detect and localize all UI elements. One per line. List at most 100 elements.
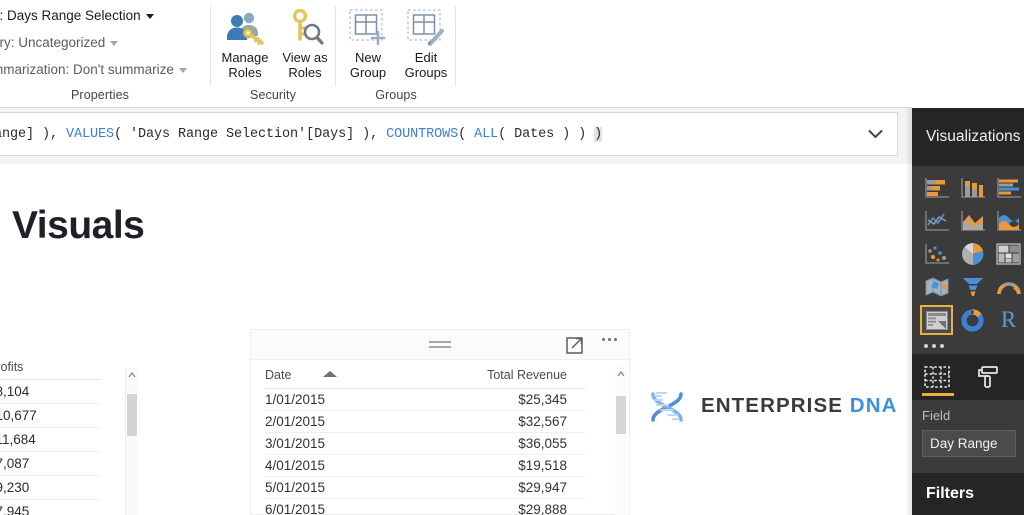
view-as-roles-label: View as Roles [282, 50, 328, 80]
scrollbar-thumb[interactable] [616, 396, 626, 434]
viz-r-script[interactable]: R [992, 305, 1024, 335]
panel-edge-shadow [905, 108, 912, 515]
visual-toolbar [251, 330, 629, 360]
r-script-icon: R [1000, 307, 1017, 332]
column-header-profits[interactable]: Profits [0, 360, 100, 380]
column-header-date[interactable]: Date [265, 368, 357, 382]
table-row[interactable]: 3/01/2015 $36,055 [265, 433, 585, 455]
line-chart-icon [924, 211, 949, 231]
table-row[interactable]: 6/01/2015 $29,888 [265, 499, 585, 515]
formula-cursor-paren: ) [594, 126, 603, 142]
viz-line-chart[interactable] [920, 206, 953, 236]
field-well-label: Field [922, 408, 951, 423]
formula-open-2: ( Dates ) ) [498, 126, 595, 142]
tab-format[interactable] [974, 362, 1004, 392]
column-header-date-label: Date [265, 368, 292, 382]
table-row[interactable]: 5/01/2015 $29,947 [265, 477, 585, 499]
drag-handle-icon[interactable] [429, 341, 451, 351]
profits-table-scrollbar[interactable] [125, 368, 137, 515]
viz-stacked-area-chart[interactable] [992, 206, 1024, 236]
ribbon-group-label-properties: Properties [71, 88, 129, 102]
viz-area-chart[interactable] [956, 206, 989, 236]
more-visuals-ellipsis[interactable] [920, 335, 1024, 348]
viz-funnel-chart[interactable] [956, 272, 989, 302]
viz-scatter-chart[interactable] [920, 239, 953, 269]
more-options-icon[interactable] [602, 338, 617, 341]
scatter-chart-icon [924, 244, 949, 264]
table-header-row: Date Total Revenue [265, 360, 585, 389]
dna-helix-icon [651, 391, 683, 422]
revenue-table-scrollbar[interactable] [615, 366, 627, 515]
cell-revenue: $36,055 [518, 436, 567, 451]
new-group-label: New Group [349, 50, 387, 80]
cell-date: 5/01/2015 [265, 480, 326, 495]
chevron-down-icon[interactable] [145, 13, 154, 19]
key-search-icon [273, 4, 337, 50]
table-body[interactable]: Date Total Revenue 1/01/2015 $25,345 2/0… [251, 360, 629, 515]
visual-type-gallery: R [912, 166, 1024, 348]
table-row[interactable]: 1/01/2015 $25,345 [265, 389, 585, 411]
viz-donut-chart[interactable] [956, 305, 989, 335]
pie-chart-icon [961, 243, 983, 265]
view-as-roles-button[interactable]: View as Roles [273, 4, 337, 80]
dax-formula-input[interactable]: ange] ), VALUES( 'Days Range Selection'[… [0, 112, 898, 156]
property-name-row[interactable]: e: Days Range Selection [0, 8, 154, 23]
enterprise-dna-logo: ENTERPRISE DNA [645, 386, 898, 426]
cell-revenue: $19,518 [518, 458, 567, 473]
viz-table-visual[interactable] [920, 305, 953, 335]
viz-clustered-bar-chart[interactable] [992, 173, 1024, 203]
chevron-down-icon[interactable] [110, 40, 119, 46]
new-group-button[interactable]: New Group [336, 4, 400, 80]
map-icon [925, 277, 948, 297]
scrollbar-thumb[interactable] [127, 394, 137, 436]
cell-date: 2/01/2015 [265, 414, 326, 429]
profits-table-visual[interactable]: Profits $8,104 $10,677 $11,684 $7,087 $9… [0, 360, 142, 515]
treemap-chart-icon [996, 243, 1021, 265]
scroll-up-arrow-icon[interactable] [128, 371, 136, 379]
focus-mode-icon[interactable] [566, 337, 583, 354]
scroll-up-arrow-icon[interactable] [617, 370, 625, 378]
ribbon-group-security: Manage Roles View as Roles Security [211, 0, 335, 108]
profits-rows: $8,104 $10,677 $11,684 $7,087 $9,230 $7,… [0, 380, 142, 515]
logo-text: ENTERPRISE DNA [701, 394, 898, 418]
property-summarization-row[interactable]: mmarization: Don't summarize [0, 62, 187, 77]
table-pencil-icon [394, 4, 458, 50]
viz-treemap-chart[interactable] [992, 239, 1024, 269]
ribbon: e: Days Range Selection ory: Uncategoriz… [0, 0, 912, 108]
viz-pie-chart[interactable] [956, 239, 989, 269]
table-grid: Date Total Revenue 1/01/2015 $25,345 2/0… [251, 360, 599, 515]
table-row[interactable]: 2/01/2015 $32,567 [265, 411, 585, 433]
chevron-down-icon[interactable] [868, 129, 883, 139]
viz-stacked-bar-chart[interactable] [920, 173, 953, 203]
edit-groups-button[interactable]: Edit Groups [394, 4, 458, 80]
column-header-total-revenue[interactable]: Total Revenue [357, 368, 585, 382]
cell-date: 6/01/2015 [265, 502, 326, 515]
manage-roles-button[interactable]: Manage Roles [213, 4, 277, 80]
manage-roles-label: Manage Roles [221, 50, 269, 80]
formula-keyword-countrows: COUNTROWS [386, 126, 459, 142]
visualizations-panel-header: Visualizations [912, 108, 1024, 166]
tab-fields[interactable] [922, 362, 952, 392]
viz-map[interactable] [920, 272, 953, 302]
property-category-text: ory: Uncategorized [0, 35, 106, 50]
chevron-down-icon[interactable] [178, 67, 187, 73]
viz-gauge-chart[interactable] [992, 272, 1024, 302]
report-canvas[interactable]: Visuals ENTERPRISE DNA Profits $8,104 $1… [0, 164, 912, 515]
formula-keyword-all: ALL [474, 126, 499, 142]
cell-revenue: $25,345 [518, 392, 567, 407]
sort-ascending-icon[interactable] [323, 371, 337, 377]
visual-pane-tabs [912, 354, 1024, 400]
filters-section-header[interactable]: Filters [912, 473, 1024, 515]
formula-bar: ange] ), VALUES( 'Days Range Selection'[… [0, 108, 912, 269]
funnel-chart-icon [962, 278, 983, 296]
property-category-row[interactable]: ory: Uncategorized [0, 35, 119, 50]
field-chip-day-range[interactable]: Day Range [922, 430, 1016, 457]
revenue-table-visual[interactable]: Date Total Revenue 1/01/2015 $25,345 2/0… [250, 329, 630, 515]
ribbon-group-groups: New Group Edit Groups Groups [336, 0, 456, 108]
cell-date: 3/01/2015 [265, 436, 326, 451]
table-row[interactable]: 4/01/2015 $19,518 [265, 455, 585, 477]
table-plus-icon [336, 4, 400, 50]
viz-stacked-column-chart[interactable] [956, 173, 989, 203]
logo-word-dna: DNA [849, 394, 898, 417]
formula-open-1: ( [458, 126, 475, 142]
